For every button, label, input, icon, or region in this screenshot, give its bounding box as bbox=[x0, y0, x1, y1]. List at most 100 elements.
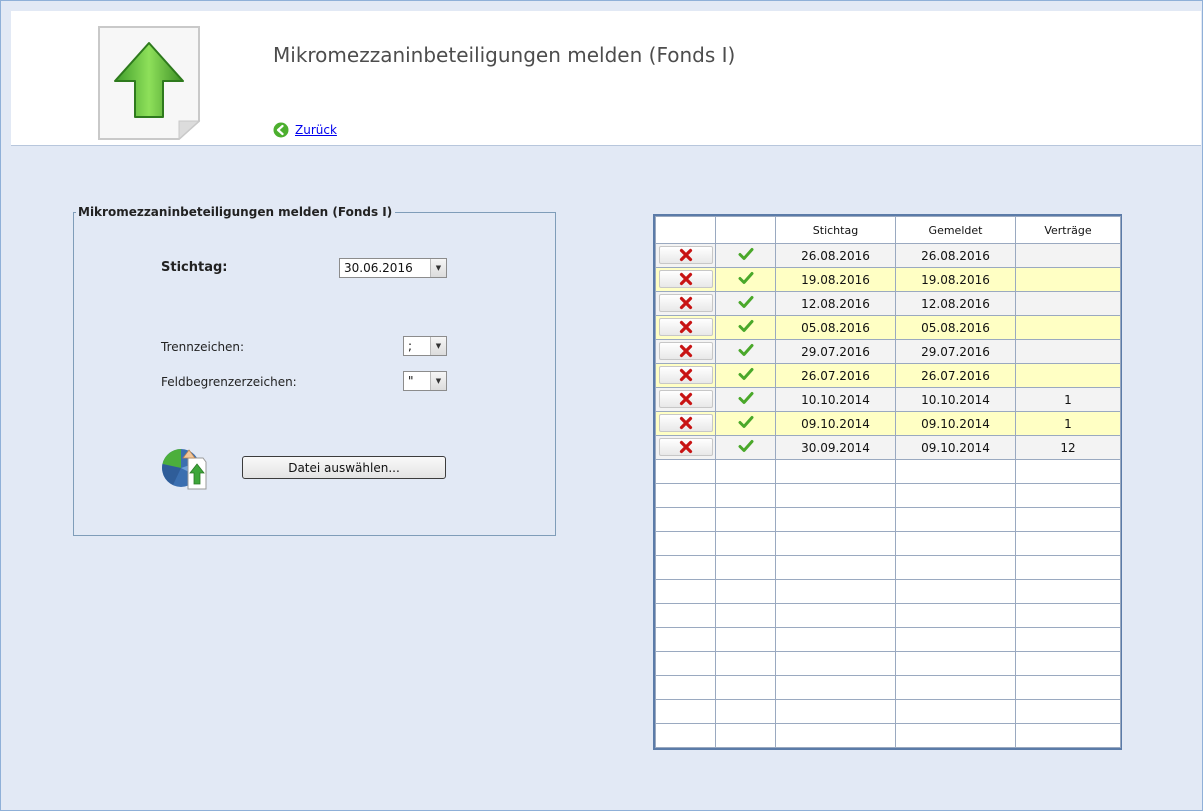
table-row[interactable]: 30.09.2014 09.10.2014 12 bbox=[655, 435, 1121, 460]
table-row[interactable]: 12.08.2016 12.08.2016 bbox=[655, 291, 1121, 316]
table-row[interactable] bbox=[655, 507, 1121, 532]
empty-cell bbox=[715, 483, 776, 508]
checkmark-icon bbox=[738, 416, 753, 428]
status-cell bbox=[715, 339, 776, 364]
empty-cell bbox=[1015, 651, 1121, 676]
table-row[interactable]: 19.08.2016 19.08.2016 bbox=[655, 267, 1121, 292]
status-cell bbox=[715, 387, 776, 412]
empty-cell bbox=[775, 723, 896, 748]
back-link-label[interactable]: Zurück bbox=[295, 123, 337, 137]
fieldset-legend: Mikromezzaninbeteiligungen melden (Fonds… bbox=[76, 205, 396, 219]
select-file-button[interactable]: Datei auswählen... bbox=[242, 456, 446, 479]
back-link[interactable]: Zurück bbox=[273, 121, 337, 139]
delete-button[interactable] bbox=[658, 342, 713, 360]
checkmark-icon bbox=[738, 296, 753, 308]
empty-cell bbox=[655, 459, 716, 484]
empty-cell bbox=[715, 555, 776, 580]
checkmark-icon bbox=[738, 272, 753, 284]
cell-stichtag: 12.08.2016 bbox=[775, 291, 896, 316]
col-header-gemeldet[interactable]: Gemeldet bbox=[895, 216, 1016, 244]
status-cell bbox=[715, 315, 776, 340]
chevron-down-icon[interactable]: ▼ bbox=[430, 372, 446, 390]
delete-cell bbox=[655, 363, 716, 388]
cell-gemeldet: 26.08.2016 bbox=[895, 243, 1016, 268]
table-row[interactable] bbox=[655, 651, 1121, 676]
table-row[interactable] bbox=[655, 603, 1121, 628]
cell-vertraege: 12 bbox=[1015, 435, 1121, 460]
empty-cell bbox=[895, 507, 1016, 532]
empty-cell bbox=[655, 555, 716, 580]
cell-vertraege bbox=[1015, 267, 1121, 292]
delete-x-icon bbox=[679, 248, 692, 262]
trennzeichen-select[interactable]: ; ▼ bbox=[403, 336, 447, 356]
cell-stichtag: 09.10.2014 bbox=[775, 411, 896, 436]
delete-button[interactable] bbox=[658, 246, 713, 264]
table-row[interactable]: 29.07.2016 29.07.2016 bbox=[655, 339, 1121, 364]
checkmark-icon bbox=[738, 320, 753, 332]
empty-cell bbox=[895, 459, 1016, 484]
table-row[interactable] bbox=[655, 579, 1121, 604]
chevron-down-icon[interactable]: ▼ bbox=[430, 259, 446, 277]
table-row[interactable] bbox=[655, 459, 1121, 484]
table-body: 26.08.2016 26.08.2016 19.08.2016 19.08.2016… bbox=[655, 243, 1121, 748]
delete-x-icon bbox=[679, 272, 692, 286]
empty-cell bbox=[655, 483, 716, 508]
empty-cell bbox=[715, 627, 776, 652]
cell-vertraege bbox=[1015, 315, 1121, 340]
cell-stichtag: 26.07.2016 bbox=[775, 363, 896, 388]
status-cell bbox=[715, 291, 776, 316]
chevron-down-icon[interactable]: ▼ bbox=[430, 337, 446, 355]
table-row[interactable]: 09.10.2014 09.10.2014 1 bbox=[655, 411, 1121, 436]
empty-cell bbox=[895, 555, 1016, 580]
delete-button[interactable] bbox=[658, 270, 713, 288]
table-row[interactable]: 05.08.2016 05.08.2016 bbox=[655, 315, 1121, 340]
delete-cell bbox=[655, 291, 716, 316]
empty-cell bbox=[1015, 723, 1121, 748]
feldbegrenzer-value: " bbox=[408, 374, 414, 388]
cell-vertraege bbox=[1015, 339, 1121, 364]
empty-cell bbox=[775, 603, 896, 628]
col-header-vertraege[interactable]: Verträge bbox=[1015, 216, 1121, 244]
col-header-stichtag[interactable]: Stichtag bbox=[775, 216, 896, 244]
status-cell bbox=[715, 411, 776, 436]
empty-cell bbox=[655, 699, 716, 724]
delete-button[interactable] bbox=[658, 366, 713, 384]
feldbegrenzer-label: Feldbegrenzerzeichen: bbox=[161, 375, 297, 389]
empty-cell bbox=[1015, 507, 1121, 532]
cell-stichtag: 19.08.2016 bbox=[775, 267, 896, 292]
delete-button[interactable] bbox=[658, 390, 713, 408]
delete-button[interactable] bbox=[658, 414, 713, 432]
delete-button[interactable] bbox=[658, 318, 713, 336]
delete-button[interactable] bbox=[658, 438, 713, 456]
page-frame: Mikromezzaninbeteiligungen melden (Fonds… bbox=[0, 0, 1203, 811]
delete-cell bbox=[655, 435, 716, 460]
delete-cell bbox=[655, 267, 716, 292]
table-row[interactable] bbox=[655, 531, 1121, 556]
empty-cell bbox=[895, 483, 1016, 508]
empty-cell bbox=[715, 531, 776, 556]
delete-button[interactable] bbox=[658, 294, 713, 312]
table-row[interactable]: 10.10.2014 10.10.2014 1 bbox=[655, 387, 1121, 412]
cell-stichtag: 05.08.2016 bbox=[775, 315, 896, 340]
table-row[interactable]: 26.07.2016 26.07.2016 bbox=[655, 363, 1121, 388]
table-row[interactable] bbox=[655, 627, 1121, 652]
empty-cell bbox=[655, 723, 716, 748]
checkmark-icon bbox=[738, 248, 753, 260]
cell-gemeldet: 09.10.2014 bbox=[895, 411, 1016, 436]
feldbegrenzer-select[interactable]: " ▼ bbox=[403, 371, 447, 391]
empty-cell bbox=[655, 675, 716, 700]
table-row[interactable] bbox=[655, 555, 1121, 580]
stichtag-select[interactable]: 30.06.2016 ▼ bbox=[339, 258, 447, 278]
table-row[interactable] bbox=[655, 483, 1121, 508]
empty-cell bbox=[715, 651, 776, 676]
delete-cell bbox=[655, 411, 716, 436]
cell-vertraege bbox=[1015, 291, 1121, 316]
empty-cell bbox=[715, 459, 776, 484]
empty-cell bbox=[1015, 603, 1121, 628]
table-row[interactable] bbox=[655, 723, 1121, 748]
empty-cell bbox=[1015, 627, 1121, 652]
table-row[interactable]: 26.08.2016 26.08.2016 bbox=[655, 243, 1121, 268]
table-row[interactable] bbox=[655, 675, 1121, 700]
table-row[interactable] bbox=[655, 699, 1121, 724]
empty-cell bbox=[775, 651, 896, 676]
